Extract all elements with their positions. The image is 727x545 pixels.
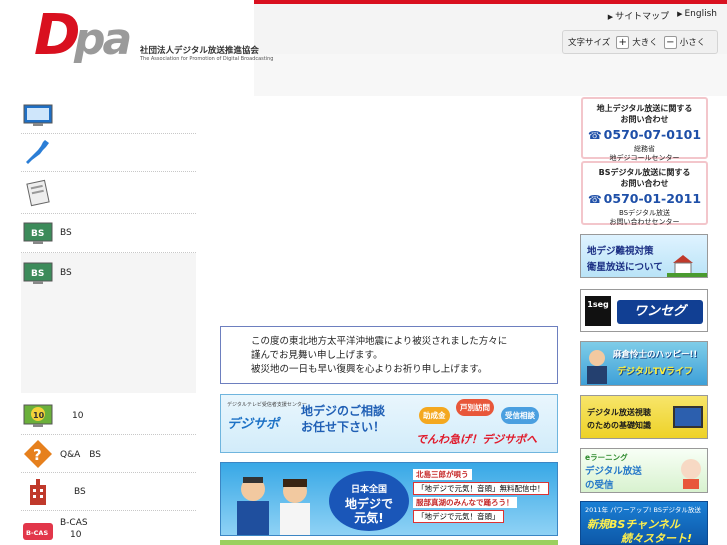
org-name-en: The Association for Promotion of Digital… (140, 56, 274, 62)
org-name-jp: 社団法人デジタル放送推進協会 (140, 46, 259, 56)
basic-knowledge-banner[interactable]: デジタル放送視聴 のための基礎知識 (580, 395, 708, 439)
nav-item-5[interactable]: BS BS (21, 253, 196, 293)
font-size-label: 文字サイズ (568, 38, 611, 48)
tv-icon (22, 101, 54, 129)
person-icon (587, 350, 607, 384)
nav-item-9[interactable]: B-CAS B-CAS 10 (21, 511, 196, 545)
house-icon (667, 255, 707, 277)
genki-text: 北島三郎が唄う 「地デジで元気！音頭」無料配信中！ 服部真湖のみんなで踊ろう！ … (413, 469, 553, 523)
nav-item-6[interactable]: 10 10 (21, 397, 196, 435)
nav-item-3[interactable] (21, 172, 196, 214)
top-accent-bar (254, 0, 727, 4)
left-nav: BS BS BS BS 10 10 ? Q&A BS BS B-CAS B-CA… (21, 96, 196, 545)
oneseg-banner[interactable]: 1seg ワンセグ (580, 289, 708, 332)
page: D pa 社団法人デジタル放送推進協会 The Association for … (0, 0, 727, 545)
nav-item-7[interactable]: ? Q&A BS (21, 435, 196, 473)
nav-item-1[interactable] (21, 96, 196, 134)
svg-text:BS: BS (31, 269, 44, 279)
next-banner-edge (220, 540, 558, 545)
arrow-right-icon: ▶ (677, 10, 683, 18)
utility-links: ▶ サイトマップ ▶ English (608, 9, 717, 22)
question-icon: ? (22, 439, 54, 468)
font-size-control: 文字サイズ + 大きく − 小さく (562, 30, 718, 54)
contact-bs[interactable]: BSデジタル放送に関する お問い合わせ ☎ 0570-01-2011 BSデジタル放… (581, 161, 708, 226)
tv-icon (673, 406, 703, 428)
digisapo-banner[interactable]: デジタルテレビ受信者支援センター デジサポ 地デジのご相談 お任せ下さい！ 助成… (220, 394, 558, 453)
earthquake-notice: この度の東北地方太平洋沖地震により被災されました方々に 謹んでお見舞い申し上げま… (220, 326, 558, 384)
nav-item-2[interactable] (21, 134, 196, 172)
mascot-icon (681, 459, 701, 489)
bs-tv-icon: BS (22, 259, 54, 287)
people-illustration (237, 477, 310, 535)
new-bs-channel-banner[interactable]: 2011年 パワーアップ! BSデジタル放送 新規BSチャンネル 続々スタート! (580, 501, 708, 545)
genki-logo: 日本全国 地デジで 元気! (329, 471, 409, 531)
elearning-banner[interactable]: eラーニング デジタル放送 の受信 (580, 448, 708, 493)
english-link[interactable]: ▶ English (677, 9, 717, 22)
chideji-genki-banner[interactable]: 日本全国 地デジで 元気! 北島三郎が唄う 「地デジで元気！音頭」無料配信中！ … (220, 462, 558, 536)
nanchou-banner[interactable]: 地デジ難視対策 衛星放送について (580, 234, 708, 278)
font-smaller-button[interactable]: − 小さく (663, 35, 705, 49)
arrow-right-icon: ▶ (607, 13, 614, 21)
svg-text:10: 10 (33, 411, 45, 420)
minus-icon: − (663, 35, 677, 49)
nav-item-8[interactable]: BS (21, 473, 196, 511)
digisapo-logo: デジサポ (227, 417, 280, 432)
phone-icon: ☎ (587, 129, 602, 142)
svg-text:BS: BS (31, 229, 44, 239)
contact-terrestrial[interactable]: 地上デジタル放送に関する お問い合わせ ☎ 0570-07-0101 総務省 地デジコ… (581, 97, 708, 162)
logo-mark-pa: pa (74, 14, 132, 65)
tv-10-icon: 10 (22, 402, 54, 430)
plus-icon: + (616, 35, 630, 49)
bs-tv-icon: BS (22, 219, 54, 247)
digisapo-headline: 地デジのご相談 お任せ下さい！ (301, 404, 386, 434)
font-larger-button[interactable]: + 大きく (616, 35, 658, 49)
sitemap-link[interactable]: ▶ サイトマップ (608, 9, 669, 22)
bcas-card-icon: B-CAS (22, 517, 54, 545)
document-icon (22, 179, 54, 207)
japan-map-icon (22, 139, 54, 167)
svg-text:B-CAS: B-CAS (26, 529, 48, 537)
phone-icon: ☎ (587, 193, 602, 206)
logo-mark: D (34, 3, 81, 68)
site-logo[interactable]: D pa 社団法人デジタル放送推進協会 The Association for … (34, 3, 273, 68)
header-right-area-lower (254, 54, 727, 96)
nav-item-4[interactable]: BS BS (21, 214, 196, 253)
building-icon (22, 478, 54, 506)
svg-text:?: ? (33, 446, 42, 464)
happy-tv-life-banner[interactable]: 麻倉怜士のハッピー!! デジタルTVライフ (580, 341, 708, 386)
bcas-label: B-CAS 10 (60, 518, 88, 540)
